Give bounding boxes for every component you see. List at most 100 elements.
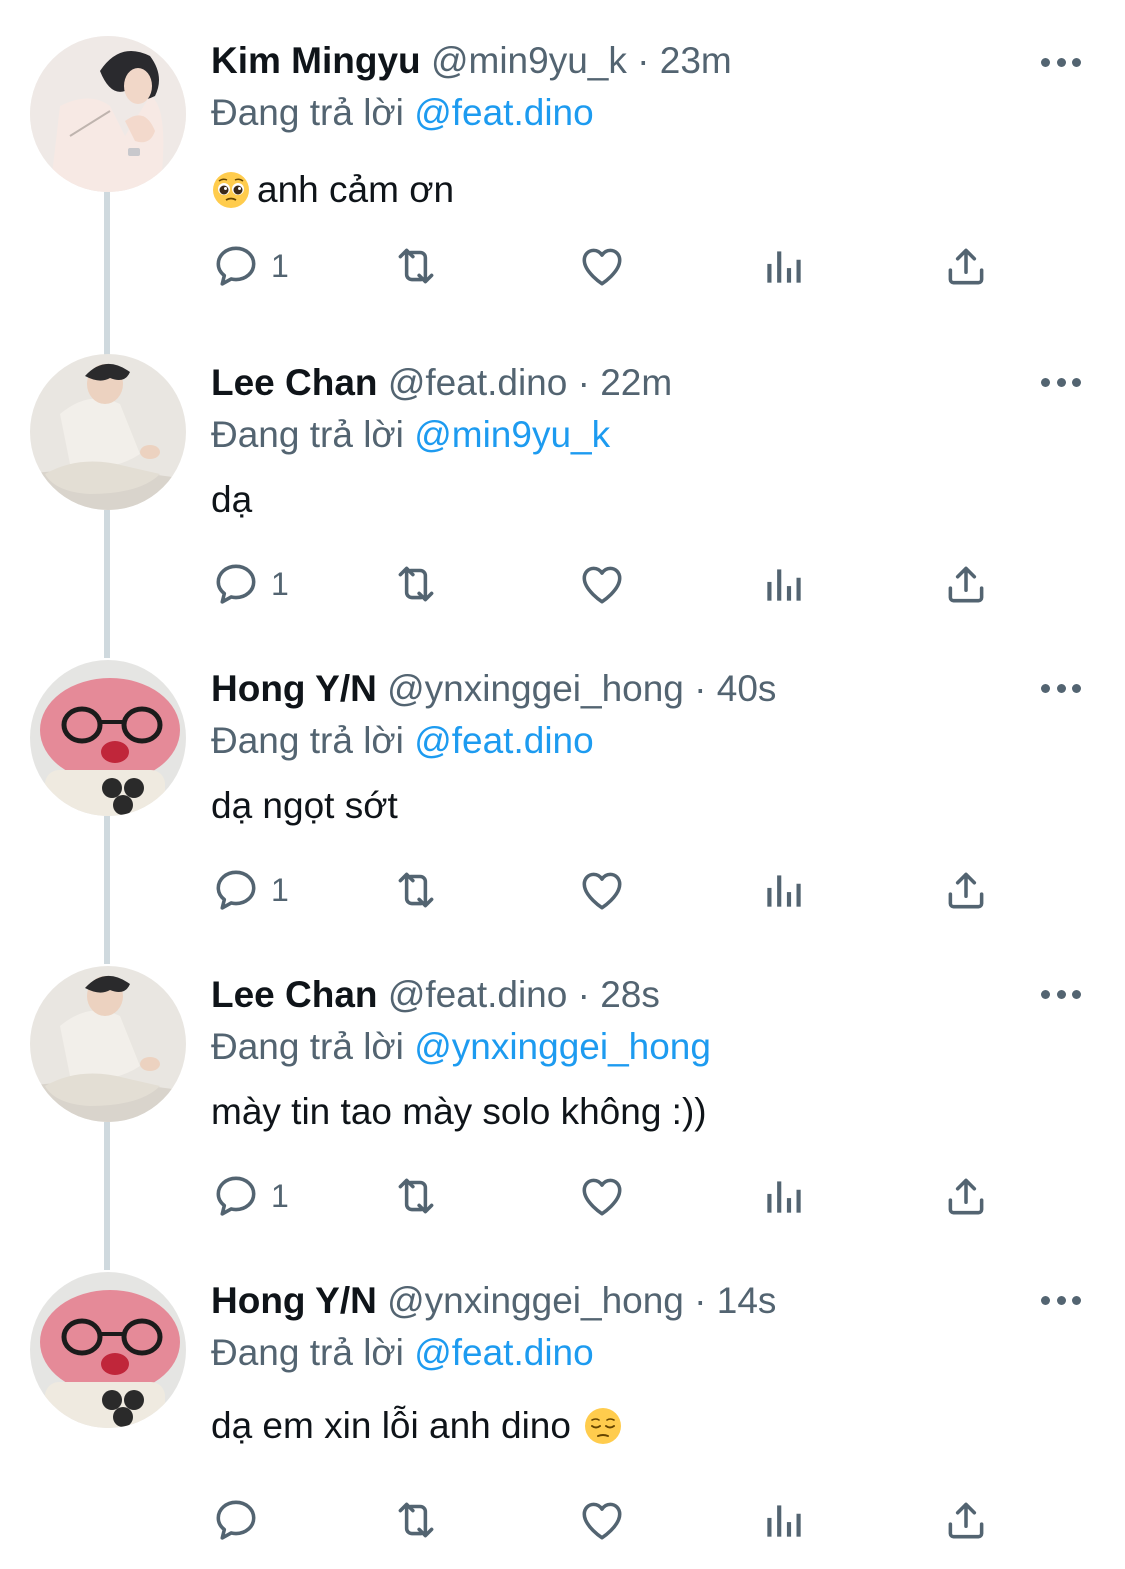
- tweet-header: Kim Mingyu @min9yu_k · 23m: [211, 36, 732, 86]
- like-button[interactable]: [577, 860, 627, 920]
- tweet[interactable]: Kim Mingyu @min9yu_k · 23m Đang trả lời …: [0, 36, 1125, 364]
- retweet-icon: [391, 559, 441, 609]
- mention-link[interactable]: @feat.dino: [414, 1332, 594, 1373]
- views-button[interactable]: [759, 554, 809, 614]
- more-options-icon[interactable]: [1041, 52, 1081, 72]
- share-button[interactable]: [941, 860, 991, 920]
- tweet-text: mày tin tao mày solo không :)): [211, 1084, 707, 1140]
- share-icon: [941, 1495, 991, 1545]
- views-button[interactable]: [759, 860, 809, 920]
- user-handle[interactable]: @ynxinggei_hong: [387, 668, 684, 709]
- tweet[interactable]: Hong Y/N @ynxinggei_hong · 40s Đang trả …: [0, 660, 1125, 966]
- tweet-header: Lee Chan @feat.dino · 22m: [211, 358, 672, 408]
- retweet-icon: [391, 865, 441, 915]
- retweet-icon: [391, 241, 441, 291]
- views-button[interactable]: [759, 1166, 809, 1226]
- thread-line: [104, 1122, 110, 1270]
- tweet[interactable]: Lee Chan @feat.dino · 22m Đang trả lời @…: [0, 354, 1125, 660]
- mention-link[interactable]: @ynxinggei_hong: [414, 1026, 711, 1067]
- replying-to: Đang trả lời @min9yu_k: [211, 410, 610, 460]
- user-handle[interactable]: @feat.dino: [388, 362, 568, 403]
- avatar[interactable]: [30, 966, 186, 1122]
- avatar[interactable]: [30, 1272, 186, 1428]
- action-bar: [211, 1490, 1011, 1550]
- retweet-button[interactable]: [391, 1490, 441, 1550]
- mention-link[interactable]: @feat.dino: [414, 720, 594, 761]
- avatar[interactable]: [30, 354, 186, 510]
- tweet-header: Hong Y/N @ynxinggei_hong · 40s: [211, 664, 776, 714]
- more-options-icon[interactable]: [1041, 372, 1081, 392]
- reply-icon: [211, 1171, 261, 1221]
- tweet-text-content: dạ ngọt sớt: [211, 785, 398, 826]
- retweet-icon: [391, 1495, 441, 1545]
- mention-link[interactable]: @min9yu_k: [414, 414, 610, 455]
- separator: ·: [694, 1280, 707, 1321]
- like-button[interactable]: [577, 236, 627, 296]
- retweet-button[interactable]: [391, 236, 441, 296]
- timestamp[interactable]: 40s: [717, 668, 777, 709]
- views-button[interactable]: [759, 236, 809, 296]
- timestamp[interactable]: 23m: [660, 40, 732, 81]
- user-handle[interactable]: @min9yu_k: [431, 40, 627, 81]
- display-name[interactable]: Kim Mingyu: [211, 40, 421, 81]
- replying-to-label: Đang trả lời: [211, 414, 404, 455]
- like-button[interactable]: [577, 1490, 627, 1550]
- pleading-face-emoji: [211, 170, 251, 210]
- share-button[interactable]: [941, 236, 991, 296]
- share-button[interactable]: [941, 1490, 991, 1550]
- timestamp[interactable]: 14s: [717, 1280, 777, 1321]
- share-icon: [941, 1171, 991, 1221]
- action-bar: 1: [211, 860, 1011, 920]
- views-icon: [759, 241, 809, 291]
- display-name[interactable]: Lee Chan: [211, 362, 378, 403]
- separator: ·: [577, 974, 590, 1015]
- mention-link[interactable]: @feat.dino: [414, 92, 594, 133]
- reply-count: 1: [271, 565, 289, 602]
- timestamp[interactable]: 28s: [600, 974, 660, 1015]
- more-options-icon[interactable]: [1041, 678, 1081, 698]
- reply-button[interactable]: 1: [211, 236, 289, 296]
- retweet-button[interactable]: [391, 860, 441, 920]
- display-name[interactable]: Hong Y/N: [211, 1280, 377, 1321]
- more-options-icon[interactable]: [1041, 1290, 1081, 1310]
- replying-to: Đang trả lời @feat.dino: [211, 716, 594, 766]
- like-button[interactable]: [577, 1166, 627, 1226]
- share-icon: [941, 865, 991, 915]
- tweet-text: anh cảm ơn: [211, 162, 454, 218]
- tweet[interactable]: Hong Y/N @ynxinggei_hong · 14s Đang trả …: [0, 1272, 1125, 1569]
- views-icon: [759, 865, 809, 915]
- retweet-button[interactable]: [391, 1166, 441, 1226]
- replying-to-label: Đang trả lời: [211, 720, 404, 761]
- reply-icon: [211, 559, 261, 609]
- user-handle[interactable]: @feat.dino: [388, 974, 568, 1015]
- views-icon: [759, 559, 809, 609]
- avatar[interactable]: [30, 36, 186, 192]
- tweet-text-content: mày tin tao mày solo không :)): [211, 1091, 707, 1132]
- separator: ·: [637, 40, 650, 81]
- share-icon: [941, 559, 991, 609]
- tweet-text: dạ ngọt sớt: [211, 778, 398, 834]
- user-handle[interactable]: @ynxinggei_hong: [387, 1280, 684, 1321]
- replying-to-label: Đang trả lời: [211, 92, 404, 133]
- display-name[interactable]: Hong Y/N: [211, 668, 377, 709]
- reply-button[interactable]: [211, 1490, 271, 1550]
- share-icon: [941, 241, 991, 291]
- tweet-text-content: anh cảm ơn: [257, 169, 455, 210]
- reply-icon: [211, 241, 261, 291]
- views-button[interactable]: [759, 1490, 809, 1550]
- retweet-button[interactable]: [391, 554, 441, 614]
- share-button[interactable]: [941, 554, 991, 614]
- more-options-icon[interactable]: [1041, 984, 1081, 1004]
- share-button[interactable]: [941, 1166, 991, 1226]
- views-icon: [759, 1495, 809, 1545]
- tweet[interactable]: Lee Chan @feat.dino · 28s Đang trả lời @…: [0, 966, 1125, 1272]
- reply-button[interactable]: 1: [211, 860, 289, 920]
- like-button[interactable]: [577, 554, 627, 614]
- timestamp[interactable]: 22m: [600, 362, 672, 403]
- heart-icon: [577, 865, 627, 915]
- avatar[interactable]: [30, 660, 186, 816]
- display-name[interactable]: Lee Chan: [211, 974, 378, 1015]
- reply-button[interactable]: 1: [211, 1166, 289, 1226]
- tweet-text-content: dạ em xin lỗi anh dino: [211, 1405, 571, 1446]
- reply-button[interactable]: 1: [211, 554, 289, 614]
